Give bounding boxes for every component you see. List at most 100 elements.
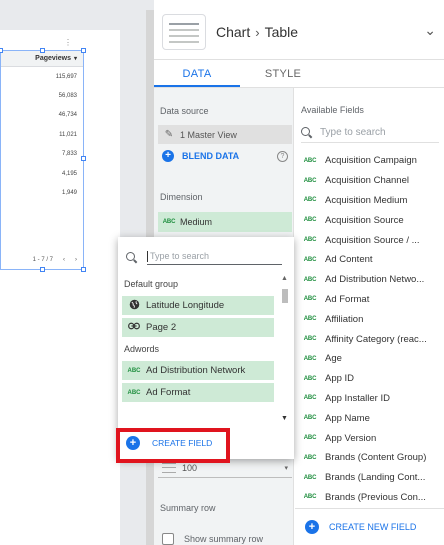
field-item[interactable]: ABC Brands (Landing Cont... [295,468,444,488]
field-item[interactable]: ABC Brands (Content Group) [295,448,444,468]
breadcrumb-chart: Chart [216,24,251,40]
abc-text-icon: ABC [303,316,317,323]
abc-text-icon: ABC [127,389,141,396]
table-row[interactable]: 56,083 [1,86,83,105]
table-chart[interactable]: Pageviews ▾ 115,697 56,083 46,734 11,021 7,8… [0,48,86,272]
sort-desc-icon[interactable]: ▾ [74,55,77,62]
data-source-name: 1 Master View [180,129,237,140]
table-row[interactable]: 7,833 [1,145,83,164]
field-label: Age [325,353,342,365]
field-item[interactable]: ABC Brands (Previous Con... [295,488,444,508]
fields-search[interactable]: Type to search [301,123,439,143]
search-icon [126,251,137,263]
blend-data-button[interactable]: + BLEND DATA ? [162,150,292,162]
field-item[interactable]: ABC Acquisition Source [295,210,444,230]
more-options-icon[interactable]: ⋮ [64,38,72,47]
popup-search-input[interactable]: Type to search [147,249,282,265]
resize-handle[interactable] [40,267,45,272]
table-row[interactable]: 115,697 [1,67,83,86]
field-item[interactable]: ABC Ad Distribution Netwo... [295,270,444,290]
scroll-thumb[interactable] [282,289,288,303]
resize-handle[interactable] [81,48,86,53]
field-item[interactable]: ABC Acquisition Source / ... [295,230,444,250]
prev-page-icon[interactable]: ‹ [63,257,65,263]
link-icon [122,322,146,333]
scroll-up-icon[interactable]: ▲ [281,275,288,282]
abc-text-icon: ABC [303,415,317,422]
panel-tabs: DATA STYLE [154,60,444,88]
abc-text-icon: ABC [303,197,317,204]
field-label: Brands (Content Group) [325,452,427,464]
globe-icon [122,299,146,313]
popup-field-item[interactable]: ABC Ad Distribution Network [122,361,274,380]
field-label: App Name [325,412,370,424]
popup-group-label: Adwords [124,344,160,354]
field-label: Acquisition Medium [325,194,408,206]
add-icon: + [305,520,319,534]
resize-handle[interactable] [40,48,45,53]
field-label: Ad Format [325,293,370,305]
popup-field-item[interactable]: Page 2 [122,318,274,337]
field-item[interactable]: ABC App Version [295,428,444,448]
field-label: Brands (Landing Cont... [325,472,426,484]
table-row[interactable]: 1,949 [1,183,83,202]
field-label: Ad Distribution Netwo... [325,274,425,286]
table-row[interactable]: 46,734 [1,106,83,125]
resize-handle[interactable] [81,156,86,161]
cell-pageviews: 115,697 [55,73,77,80]
table-chart-icon[interactable] [162,14,206,50]
table-row[interactable]: 11,021 [1,125,83,144]
table-header[interactable]: Pageviews ▾ [1,51,83,67]
search-icon [301,127,312,138]
dimension-value: Medium [180,217,213,227]
popup-field-label: Latitude Longitude [146,300,225,311]
field-item[interactable]: ABC Ad Content [295,250,444,270]
field-item[interactable]: ABC App Name [295,408,444,428]
field-item[interactable]: ABC Acquisition Channel [295,171,444,191]
popup-field-item[interactable]: Latitude Longitude [122,296,274,315]
popup-field-label: Page 2 [146,322,177,333]
field-item[interactable]: ABC Acquisition Campaign [295,151,444,171]
scroll-down-icon[interactable]: ▼ [281,415,288,422]
dimension-chip[interactable]: ABC Medium [158,212,292,232]
dimension-picker-popup: Type to search Default group Latitude Lon… [118,237,294,459]
abc-text-icon: ABC [303,177,317,184]
popup-field-list: Default group Latitude Longitude Page 2 Adw… [118,275,278,405]
field-item[interactable]: ABC Ad Format [295,290,444,310]
next-page-icon[interactable]: › [75,257,77,263]
abc-text-icon: ABC [303,256,317,263]
field-item[interactable]: ABC App Installer ID [295,389,444,409]
abc-text-icon: ABC [303,237,317,244]
dimension-title: Dimension [160,192,203,202]
fields-search-input[interactable]: Type to search [320,127,386,138]
field-label: Affinity Category (reac... [325,333,427,345]
column-header-pageviews[interactable]: Pageviews [35,55,71,62]
summary-label: Show summary row [184,534,264,544]
field-item[interactable]: ABC Acquisition Medium [295,191,444,211]
tab-data[interactable]: DATA [154,60,240,87]
field-label: Brands (Previous Con... [325,491,426,503]
summary-row-toggle[interactable]: Show summary row [162,533,263,545]
field-item[interactable]: ABC Age [295,349,444,369]
field-label: App ID [325,373,355,385]
help-icon[interactable]: ? [277,150,288,162]
table-row[interactable]: 4,195 [1,164,83,183]
field-item[interactable]: ABC Affinity Category (reac... [295,329,444,349]
summary-checkbox[interactable] [162,533,174,545]
tab-style[interactable]: STYLE [240,60,326,87]
resize-handle[interactable] [81,267,86,272]
summary-row-title: Summary row [160,503,216,513]
popup-search[interactable]: Type to search [126,247,282,267]
create-new-field-button[interactable]: + CREATE NEW FIELD [295,508,444,545]
chevron-down-icon[interactable]: ⌄ [424,22,436,39]
popup-scrollbar[interactable]: ▲ ▼ [281,275,289,425]
chevron-right-icon: › [255,24,260,40]
abc-text-icon: ABC [303,296,317,303]
field-label: Ad Content [325,254,373,266]
field-item[interactable]: ABC Affiliation [295,309,444,329]
data-source-chip[interactable]: ✎ 1 Master View [158,125,292,144]
pencil-icon[interactable]: ✎ [158,129,180,140]
field-item[interactable]: ABC App ID [295,369,444,389]
popup-field-item[interactable]: ABC Ad Format [122,383,274,402]
resize-handle[interactable] [0,48,3,53]
